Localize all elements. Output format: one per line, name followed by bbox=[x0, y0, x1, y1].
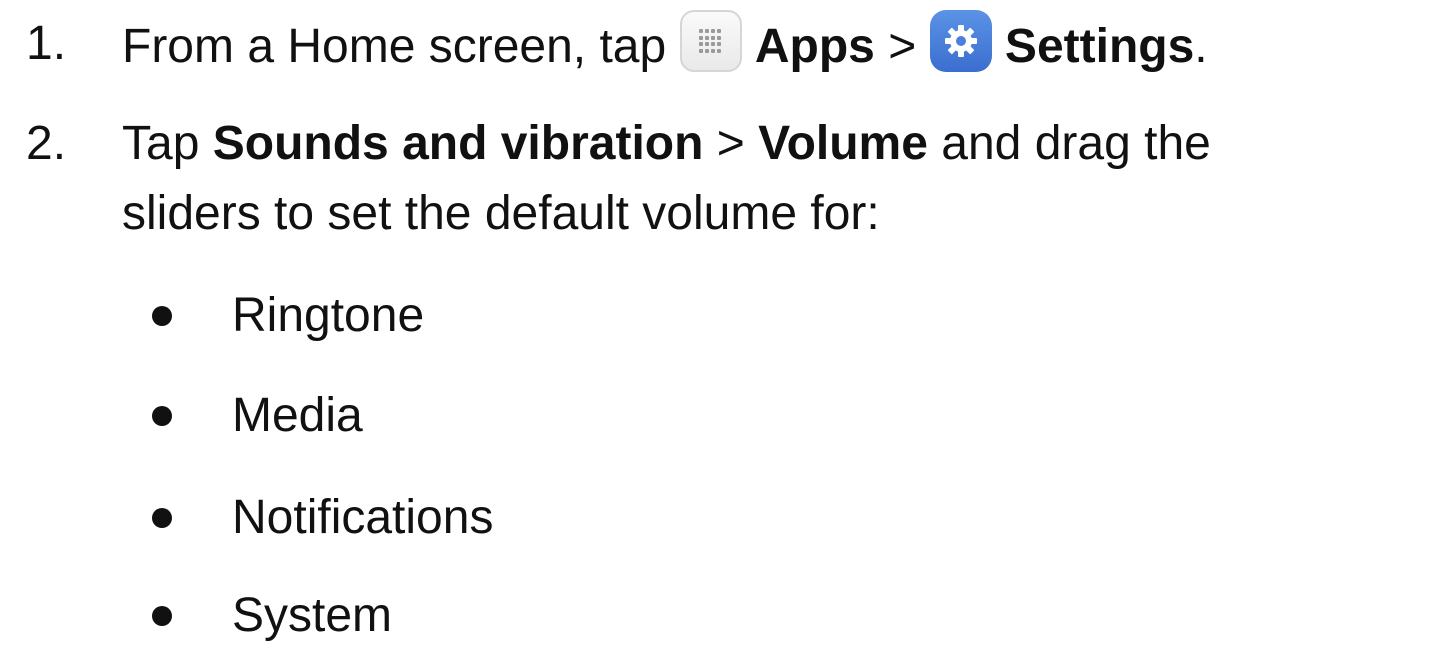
volume-type-ringtone: Ringtone bbox=[232, 289, 425, 342]
step-number: 1. bbox=[26, 17, 67, 70]
volume-label: Volume bbox=[758, 117, 928, 170]
step-2-prefix: Tap bbox=[122, 117, 213, 170]
sounds-label: Sounds and vibration bbox=[212, 117, 704, 170]
step-text: Tap Sounds and vibration > Volume and dr… bbox=[122, 110, 1211, 178]
bullet-icon bbox=[152, 306, 172, 326]
bullet-icon bbox=[152, 606, 172, 626]
bullet-icon bbox=[152, 508, 172, 528]
step-1-prefix: From a Home screen, tap bbox=[122, 20, 680, 73]
separator: > bbox=[874, 20, 930, 73]
volume-type-notifications: Notifications bbox=[232, 491, 494, 544]
separator: > bbox=[703, 117, 759, 170]
volume-type-media: Media bbox=[232, 389, 363, 442]
apps-label: Apps bbox=[754, 20, 875, 73]
settings-label: Settings bbox=[1004, 20, 1195, 73]
step-2-line-2: sliders to set the default volume for: bbox=[122, 187, 880, 240]
apps-grid-icon bbox=[679, 10, 742, 72]
step-2-suffix: and drag the bbox=[927, 117, 1211, 170]
settings-gear-icon bbox=[929, 10, 992, 72]
volume-type-system: System bbox=[232, 589, 393, 642]
step-text: From a Home screen, tap Apps > Settings. bbox=[122, 10, 1208, 81]
step-number: 2. bbox=[26, 117, 67, 170]
bullet-icon bbox=[152, 406, 172, 426]
step-1-suffix: . bbox=[1194, 20, 1208, 73]
